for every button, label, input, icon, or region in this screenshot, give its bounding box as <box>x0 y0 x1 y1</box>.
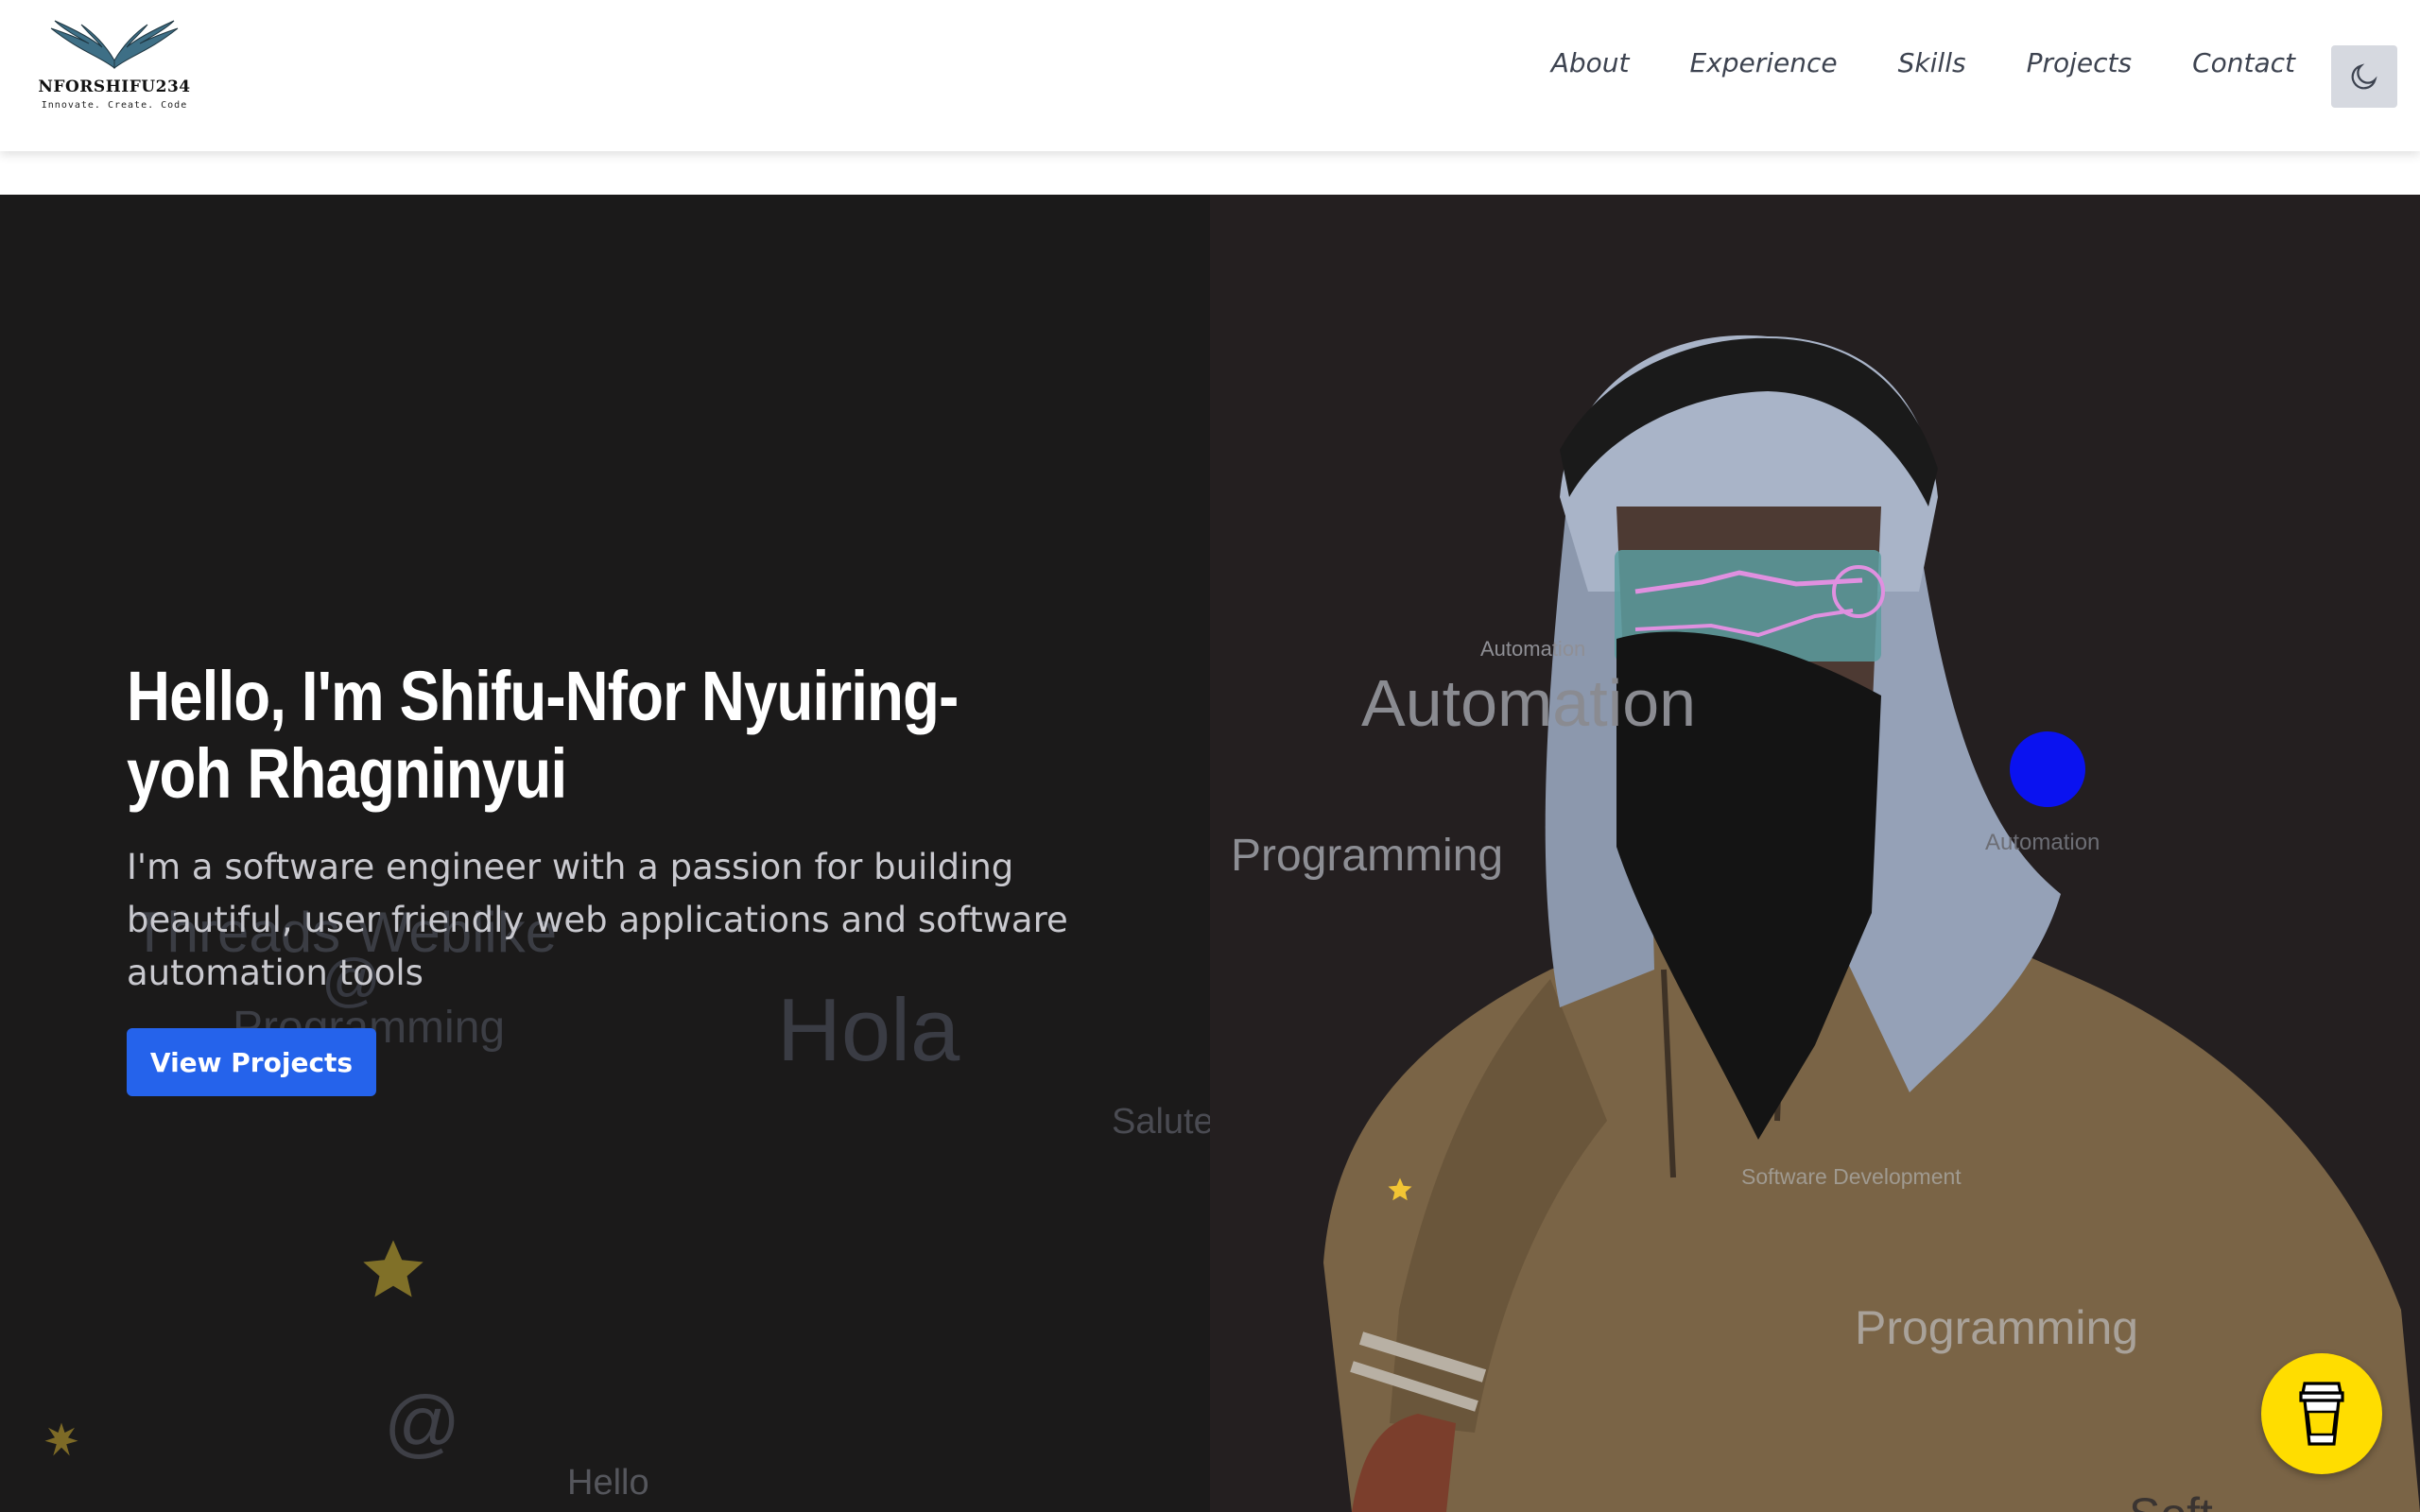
view-projects-button[interactable]: View Projects <box>127 1028 376 1096</box>
bg-word: Automation <box>1985 830 2100 855</box>
moon-icon <box>2351 63 2377 90</box>
wings-logo-icon <box>50 20 179 70</box>
hero-right-panel: Automation Automation Programming Automa… <box>1210 195 2420 1512</box>
star-icon <box>1388 1177 1412 1201</box>
bg-word: Soft <box>2129 1487 2213 1512</box>
coffee-cup-icon <box>2299 1382 2344 1446</box>
star-icon <box>363 1240 424 1297</box>
nav-link-skills[interactable]: Skills <box>1898 47 1966 78</box>
hero-section: Threads Weblike @ Programming Hola Salut… <box>0 195 2420 1512</box>
buy-me-a-coffee-button[interactable] <box>2261 1353 2382 1474</box>
nav-link-experience[interactable]: Experience <box>1689 47 1837 78</box>
nav-link-contact[interactable]: Contact <box>2192 47 2295 78</box>
hero-title: Hello, I'm Shifu-Nfor Nyuiring-yoh Rhagn… <box>127 657 959 813</box>
bg-word: Automation <box>1480 637 1586 661</box>
hero-subtitle: I'm a software engineer with a passion f… <box>127 847 1068 993</box>
bg-word: Programming <box>1855 1301 2139 1354</box>
splat-icon <box>44 1422 78 1456</box>
bg-word: Hello <box>567 1463 649 1503</box>
nav-link-projects[interactable]: Projects <box>2027 47 2133 78</box>
brand-tagline: Innovate. Create. Code <box>41 100 188 111</box>
bg-word: Programming <box>1231 831 1504 881</box>
main-nav: About Experience Skills Projects Contact <box>1551 47 2295 78</box>
bg-word: Software Development <box>1741 1164 1962 1189</box>
theme-toggle-button[interactable] <box>2331 45 2397 108</box>
site-header: NFORSHIFU234 Innovate. Create. Code Abou… <box>0 0 2420 151</box>
bg-word: Automation <box>1361 666 1697 740</box>
brand-name: NFORSHIFU234 <box>38 77 191 96</box>
bg-word: Salute <box>1112 1102 1214 1142</box>
nav-link-about[interactable]: About <box>1551 47 1630 78</box>
bg-word: @ <box>384 1381 461 1465</box>
brand-logo[interactable]: NFORSHIFU234 Innovate. Create. Code <box>34 19 195 123</box>
